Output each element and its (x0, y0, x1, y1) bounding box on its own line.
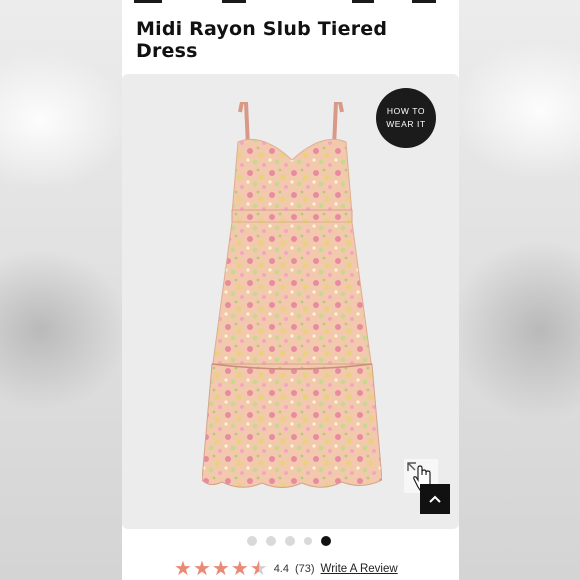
dress-image (202, 102, 382, 488)
product-page: Midi Rayon Slub Tiered Dress HOW TO WEAR… (122, 0, 459, 580)
star-icon: ★ (211, 558, 230, 580)
how-to-label: HOW TO (386, 106, 426, 116)
star-icon: ★ (174, 558, 192, 580)
write-review-link[interactable]: Write A Review (321, 563, 398, 575)
pagination-dot[interactable] (285, 536, 295, 546)
account-icon[interactable] (352, 0, 374, 3)
bag-icon[interactable] (412, 0, 436, 3)
pagination-dot[interactable] (247, 536, 257, 546)
pagination-dot[interactable] (304, 537, 312, 545)
product-title-line2: Dress (136, 40, 198, 62)
star-icon: ★ (230, 558, 249, 580)
menu-icon[interactable] (134, 0, 162, 3)
product-image-gallery[interactable]: HOW TO WEAR IT (122, 74, 459, 529)
pagination-dot-active[interactable] (321, 536, 331, 546)
product-title-line1: Midi Rayon Slub Tiered (136, 18, 388, 40)
star-rating: ★ ★ ★ ★ ★ (174, 558, 268, 580)
wear-it-label: WEAR IT (386, 119, 426, 129)
rating-value: 4.4 (273, 563, 289, 575)
star-icon: ★ (192, 558, 211, 580)
how-to-wear-it-button[interactable]: HOW TO WEAR IT (376, 88, 436, 148)
rating-row: ★ ★ ★ ★ ★ 4.4 (73) Write A Review (174, 558, 398, 580)
chevron-up-icon[interactable] (420, 484, 450, 514)
rating-count: (73) (294, 563, 315, 575)
product-title: Midi Rayon Slub Tiered Dress (136, 18, 436, 62)
half-star-icon: ★ (249, 558, 268, 580)
gallery-pagination (247, 536, 331, 546)
search-icon[interactable] (222, 0, 246, 3)
top-nav-bar (122, 0, 459, 8)
pagination-dot[interactable] (266, 536, 276, 546)
